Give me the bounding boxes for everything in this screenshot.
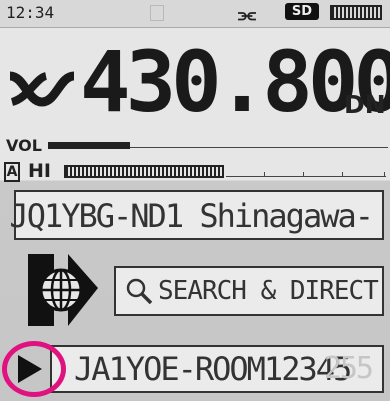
node-name-button[interactable]: JA1YOE-ROOM12345 255 — [50, 345, 384, 393]
volume-row: VOL — [0, 136, 390, 156]
meter-scale — [226, 176, 386, 177]
sd-card-badge: SD — [285, 3, 319, 20]
play-icon[interactable] — [18, 355, 42, 383]
volume-bar — [48, 142, 130, 149]
volume-scale — [130, 147, 388, 148]
globe-icon[interactable] — [18, 248, 104, 332]
status-bar: 12:34 ⫘ SD — [0, 0, 390, 28]
faint-status-icon — [150, 5, 164, 21]
mode-indicator: DN — [344, 90, 386, 119]
frequency-panel: 430.800 DN VOL A HI — [0, 28, 390, 182]
meter-tick — [303, 172, 304, 177]
room-name-button[interactable]: JQ1YBG-ND1 Shinagawa- — [9, 190, 384, 240]
battery-icon — [330, 5, 382, 20]
room-name: JQ1YBG-ND1 Shinagawa- — [9, 197, 374, 235]
power-meter — [64, 165, 224, 178]
power-level-label: HI — [28, 160, 51, 182]
search-direct-label: SEARCH & DIRECT — [158, 276, 379, 306]
satellite-icon: ⫘ — [238, 2, 256, 26]
band-a-badge: A — [4, 162, 20, 182]
node-row: JA1YOE-ROOM12345 255 — [0, 335, 390, 397]
volume-label: VOL — [6, 136, 42, 155]
power-row: A HI — [0, 160, 390, 186]
meter-tick — [384, 172, 385, 177]
cross-band-icon — [9, 71, 75, 107]
meter-tick — [342, 172, 343, 177]
clock: 12:34 — [6, 3, 55, 22]
search-direct-button[interactable]: SEARCH & DIRECT — [114, 266, 384, 316]
node-number: 255 — [323, 351, 374, 386]
radio-screen: 12:34 ⫘ SD 430.800 DN VOL A HI JQ1YBG-ND… — [0, 0, 390, 401]
meter-tick — [264, 172, 265, 177]
node-name: JA1YOE-ROOM12345 — [74, 350, 352, 388]
search-icon — [126, 278, 153, 305]
